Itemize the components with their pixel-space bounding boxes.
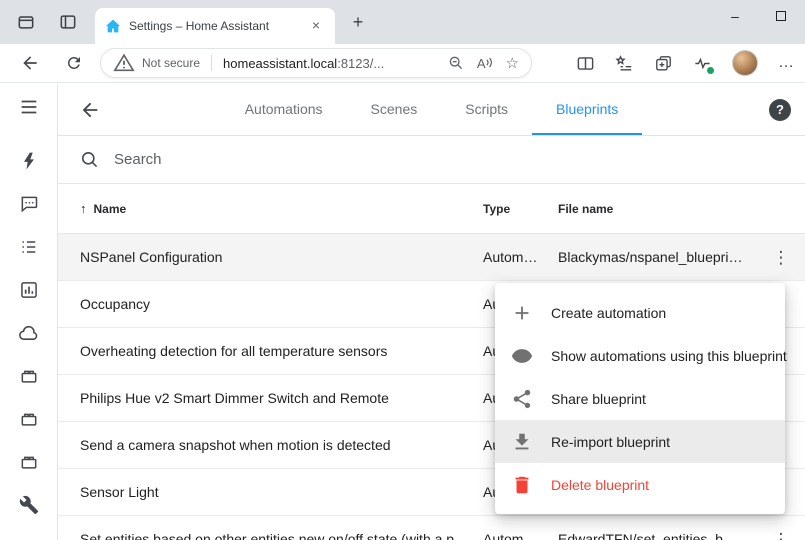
refresh-button[interactable] xyxy=(61,50,87,76)
new-tab-button[interactable]: + xyxy=(346,11,370,35)
menu-item-delete-blueprint[interactable]: Delete blueprint xyxy=(495,463,785,506)
column-name[interactable]: ↑ Name xyxy=(80,201,483,216)
row-overflow-icon[interactable]: ⋮ xyxy=(773,249,790,266)
tab-automations[interactable]: Automations xyxy=(221,84,347,135)
sidebar-menu-icon[interactable] xyxy=(17,95,41,119)
blueprint-file: EdwardTFN/set_entities_bas… xyxy=(558,531,757,540)
profile-avatar[interactable] xyxy=(732,50,758,76)
search-icon xyxy=(80,150,99,169)
sidebar-todo-list-icon[interactable] xyxy=(17,235,41,259)
browser-essentials-icon[interactable] xyxy=(693,54,712,73)
menu-item-show-automations[interactable]: Show automations using this blueprint xyxy=(495,334,785,377)
trash-icon xyxy=(511,474,533,496)
blueprint-name: Send a camera snapshot when motion is de… xyxy=(80,437,483,453)
menu-item-share-blueprint[interactable]: Share blueprint xyxy=(495,377,785,420)
tab-actions-icon[interactable] xyxy=(54,8,82,36)
column-type[interactable]: Type xyxy=(483,202,558,216)
row-overflow-icon[interactable]: ⋮ xyxy=(773,531,790,540)
blueprint-name: Overheating detection for all temperatur… xyxy=(80,343,483,359)
collections-icon[interactable] xyxy=(654,54,673,73)
blueprint-file: Blackymas/nspanel_blueprin… xyxy=(558,249,757,265)
blueprint-type: Autom… xyxy=(483,249,558,265)
blueprint-context-menu: Create automation Show automations using… xyxy=(495,283,785,514)
blueprint-type: Autom… xyxy=(483,531,558,540)
favorite-star-icon[interactable]: ☆ xyxy=(506,54,519,72)
split-screen-icon[interactable] xyxy=(576,54,595,73)
url-text[interactable]: homeassistant.local:8123/... xyxy=(223,56,384,71)
sidebar-history-icon[interactable] xyxy=(17,278,41,302)
search-placeholder: Search xyxy=(114,151,162,168)
browser-tab[interactable]: Settings – Home Assistant × xyxy=(95,8,335,44)
address-bar[interactable]: Not secure homeassistant.local:8123/... … xyxy=(100,48,532,78)
share-icon xyxy=(511,388,533,410)
sidebar-addons-icon[interactable] xyxy=(17,450,41,474)
menu-item-create-automation[interactable]: Create automation xyxy=(495,291,785,334)
table-header: ↑ Name Type File name xyxy=(58,184,805,234)
tab-blueprints[interactable]: Blueprints xyxy=(532,84,642,135)
browser-menu-icon[interactable]: … xyxy=(778,54,795,72)
blueprint-name: NSPanel Configuration xyxy=(80,249,483,265)
maximize-button[interactable] xyxy=(758,0,804,32)
blueprint-name: Philips Hue v2 Smart Dimmer Switch and R… xyxy=(80,390,483,406)
tab-scenes[interactable]: Scenes xyxy=(347,84,442,135)
table-row[interactable]: NSPanel Configuration Autom… Blackymas/n… xyxy=(58,234,805,281)
ha-back-button[interactable] xyxy=(78,98,102,122)
address-divider xyxy=(211,55,212,71)
blueprint-name: Set entities based on other entities new… xyxy=(80,531,483,540)
blueprint-name: Sensor Light xyxy=(80,484,483,500)
not-secure-warning-icon xyxy=(113,52,135,74)
search-bar[interactable]: Search xyxy=(58,136,805,184)
tab-close-icon[interactable]: × xyxy=(307,17,325,35)
sidebar-entities-icon[interactable] xyxy=(17,407,41,431)
read-aloud-icon[interactable]: A xyxy=(477,56,493,71)
essentials-status-dot xyxy=(706,66,715,75)
browser-window: Settings – Home Assistant × + – × Not se… xyxy=(0,0,805,540)
minimize-button[interactable]: – xyxy=(712,0,758,32)
zoom-out-icon[interactable] xyxy=(448,55,464,71)
column-file-name[interactable]: File name xyxy=(558,202,757,216)
security-label[interactable]: Not secure xyxy=(142,56,200,70)
tab-title: Settings – Home Assistant xyxy=(129,19,299,33)
sidebar-developer-tools-icon[interactable] xyxy=(17,493,41,517)
home-assistant-favicon xyxy=(105,18,121,34)
ha-tab-bar: Automations Scenes Scripts Blueprints xyxy=(58,84,805,135)
maximize-icon xyxy=(776,11,786,21)
sidebar-devices-icon[interactable] xyxy=(17,364,41,388)
sidebar-energy-icon[interactable] xyxy=(17,149,41,173)
browser-back-button[interactable] xyxy=(17,50,43,76)
blueprint-name: Occupancy xyxy=(80,296,483,312)
ha-header: Automations Scenes Scripts Blueprints ? xyxy=(58,84,805,136)
table-row[interactable]: Set entities based on other entities new… xyxy=(58,516,805,540)
help-icon[interactable]: ? xyxy=(769,99,791,121)
sidebar-cloud-icon[interactable] xyxy=(17,321,41,345)
tab-scripts[interactable]: Scripts xyxy=(441,84,532,135)
browser-titlebar: Settings – Home Assistant × + – × xyxy=(0,0,805,44)
workspaces-icon[interactable] xyxy=(12,8,40,36)
eye-icon xyxy=(511,345,533,367)
download-icon xyxy=(511,431,533,453)
sort-ascending-icon: ↑ xyxy=(80,201,87,216)
favorites-icon[interactable] xyxy=(615,54,634,73)
ha-sidebar xyxy=(0,84,58,540)
plus-icon xyxy=(511,302,533,324)
sidebar-assist-icon[interactable] xyxy=(17,192,41,216)
menu-item-reimport-blueprint[interactable]: Re-import blueprint xyxy=(495,420,785,463)
